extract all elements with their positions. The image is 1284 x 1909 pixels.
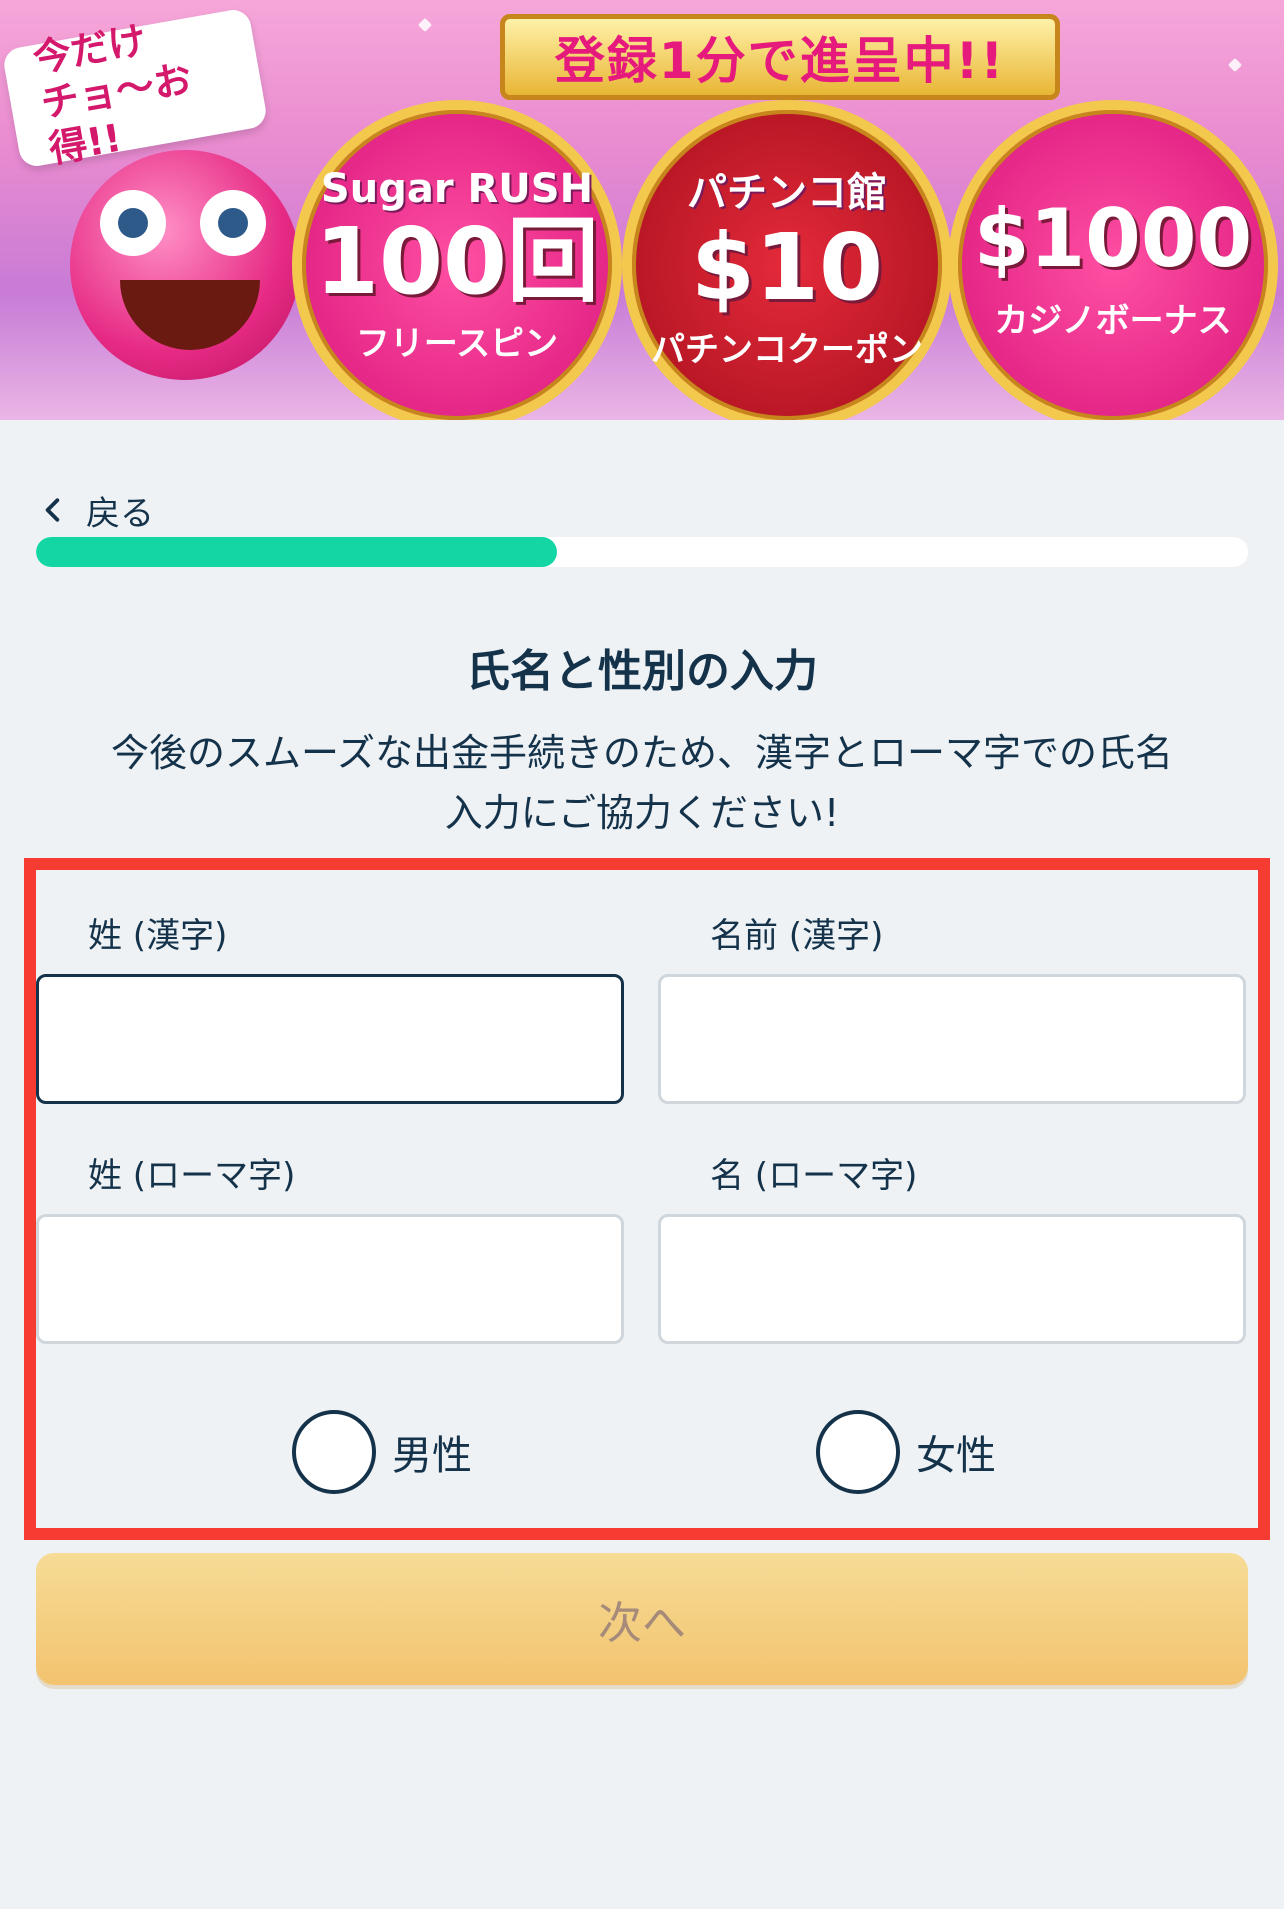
last-name-roman-input[interactable] bbox=[36, 1214, 624, 1344]
mascot-mouth bbox=[120, 280, 260, 350]
mascot-character bbox=[70, 150, 300, 380]
page-title: 氏名と性別の入力 bbox=[466, 646, 818, 697]
first-name-roman-label: 名 (ローマ字) bbox=[710, 1156, 918, 1196]
chevron-left-icon bbox=[45, 498, 60, 522]
offer-medal-amount: $1000 bbox=[973, 191, 1253, 285]
promo-ribbon: 登録1分で進呈中!! bbox=[500, 14, 1060, 100]
back-button-label: 戻る bbox=[86, 493, 154, 534]
page-description: 今後のスムーズな出金手続きのため、漢字とローマ字での氏名 入力にご協力ください! bbox=[40, 723, 1244, 843]
mascot-eye bbox=[100, 190, 166, 256]
offer-medal-subtitle: カジノボーナス bbox=[994, 300, 1232, 341]
offer-medal-pachinko: パチンコ館 $10 パチンコクーポン bbox=[622, 100, 952, 420]
first-name-kanji-input[interactable] bbox=[658, 974, 1246, 1104]
offer-medal-subtitle: パチンコクーポン bbox=[651, 329, 923, 370]
offer-medal-title: パチンコ館 bbox=[687, 169, 887, 216]
offer-medal-title: Sugar RUSH bbox=[320, 165, 594, 212]
last-name-kanji-label: 姓 (漢字) bbox=[88, 916, 228, 956]
gender-male-radio[interactable]: 男性 bbox=[292, 1410, 472, 1494]
gender-male-label: 男性 bbox=[392, 1433, 472, 1479]
sparkle-decoration bbox=[1227, 57, 1243, 73]
radio-circle[interactable] bbox=[816, 1410, 900, 1494]
sparkle-decoration bbox=[417, 17, 433, 33]
offer-medal-amount: 100回 bbox=[314, 207, 600, 315]
first-name-roman-input[interactable] bbox=[658, 1214, 1246, 1344]
last-name-kanji-input[interactable] bbox=[36, 974, 624, 1104]
promo-ribbon-text: 登録1分で進呈中!! bbox=[554, 32, 1006, 90]
radio-circle[interactable] bbox=[292, 1410, 376, 1494]
progress-bar-fill bbox=[36, 537, 558, 567]
back-button[interactable]: 戻る bbox=[40, 485, 154, 535]
page-description-line2: 入力にご協力ください! bbox=[444, 791, 840, 835]
mascot-eye bbox=[200, 190, 266, 256]
offer-medal-subtitle: フリースピン bbox=[355, 323, 559, 364]
progress-bar bbox=[36, 537, 1248, 567]
offer-medal-amount: $10 bbox=[690, 213, 884, 321]
offer-medal-freespins: Sugar RUSH 100回 フリースピン bbox=[292, 100, 622, 420]
first-name-kanji-label: 名前 (漢字) bbox=[710, 916, 884, 956]
gender-female-radio[interactable]: 女性 bbox=[816, 1410, 996, 1494]
next-button[interactable]: 次へ bbox=[36, 1553, 1248, 1685]
name-gender-form: 姓 (漢字) 名前 (漢字) 姓 (ローマ字) 名 (ローマ字) 男性 女性 bbox=[24, 858, 1270, 1540]
gender-female-label: 女性 bbox=[916, 1433, 996, 1479]
promo-banner[interactable]: 今だけ チョ〜お得!! 登録1分で進呈中!! Sugar RUSH 100回 フ… bbox=[0, 0, 1284, 420]
last-name-roman-label: 姓 (ローマ字) bbox=[88, 1156, 296, 1196]
offer-medal-casino-bonus: $1000 カジノボーナス bbox=[948, 100, 1278, 420]
limited-offer-bubble: 今だけ チョ〜お得!! bbox=[1, 7, 269, 171]
page-description-line1: 今後のスムーズな出金手続きのため、漢字とローマ字での氏名 bbox=[110, 731, 1174, 775]
